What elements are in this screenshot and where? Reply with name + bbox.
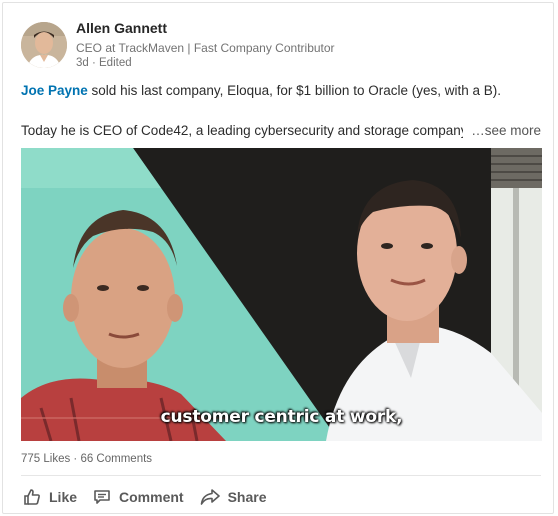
comment-icon [94, 490, 110, 504]
avatar-photo [21, 22, 67, 68]
comment-label: Comment [119, 489, 184, 505]
author-avatar[interactable] [21, 22, 67, 68]
share-button[interactable]: Share [200, 488, 267, 506]
post-header: Allen Gannett CEO at TrackMaven | Fast C… [21, 20, 541, 72]
video-player[interactable]: customer centric at work, [21, 148, 542, 441]
author-name[interactable]: Allen Gannett [76, 20, 167, 36]
post-text-rest: sold his last company, Eloqua, for $1 bi… [87, 83, 501, 98]
post-text-line2: Today he is CEO of Code42, a leading cyb… [21, 123, 541, 138]
post-timestamp: 3d · Edited [76, 57, 132, 69]
author-headline: CEO at TrackMaven | Fast Company Contrib… [76, 41, 335, 55]
share-label: Share [227, 489, 267, 505]
like-label: Like [49, 489, 78, 505]
mention-link[interactable]: Joe Payne [21, 83, 88, 98]
post-card: Allen Gannett CEO at TrackMaven | Fast C… [2, 2, 554, 514]
social-counts[interactable]: 775 Likes · 66 Comments [21, 453, 152, 465]
video-frame [21, 148, 542, 441]
like-button[interactable]: Like [23, 488, 77, 506]
post-text-line1: Joe Payne sold his last company, Eloqua,… [21, 83, 501, 98]
post-text-truncated: Today he is CEO of Code42, a leading cyb… [21, 123, 463, 138]
see-more-link[interactable]: …see more [467, 123, 541, 138]
action-bar: Like Comment Share [23, 487, 283, 507]
comment-button[interactable]: Comment [93, 488, 184, 506]
actions-divider [21, 475, 541, 476]
share-arrow-icon [200, 489, 220, 505]
thumbs-up-icon [24, 489, 40, 505]
video-caption: customer centric at work, [160, 407, 403, 427]
